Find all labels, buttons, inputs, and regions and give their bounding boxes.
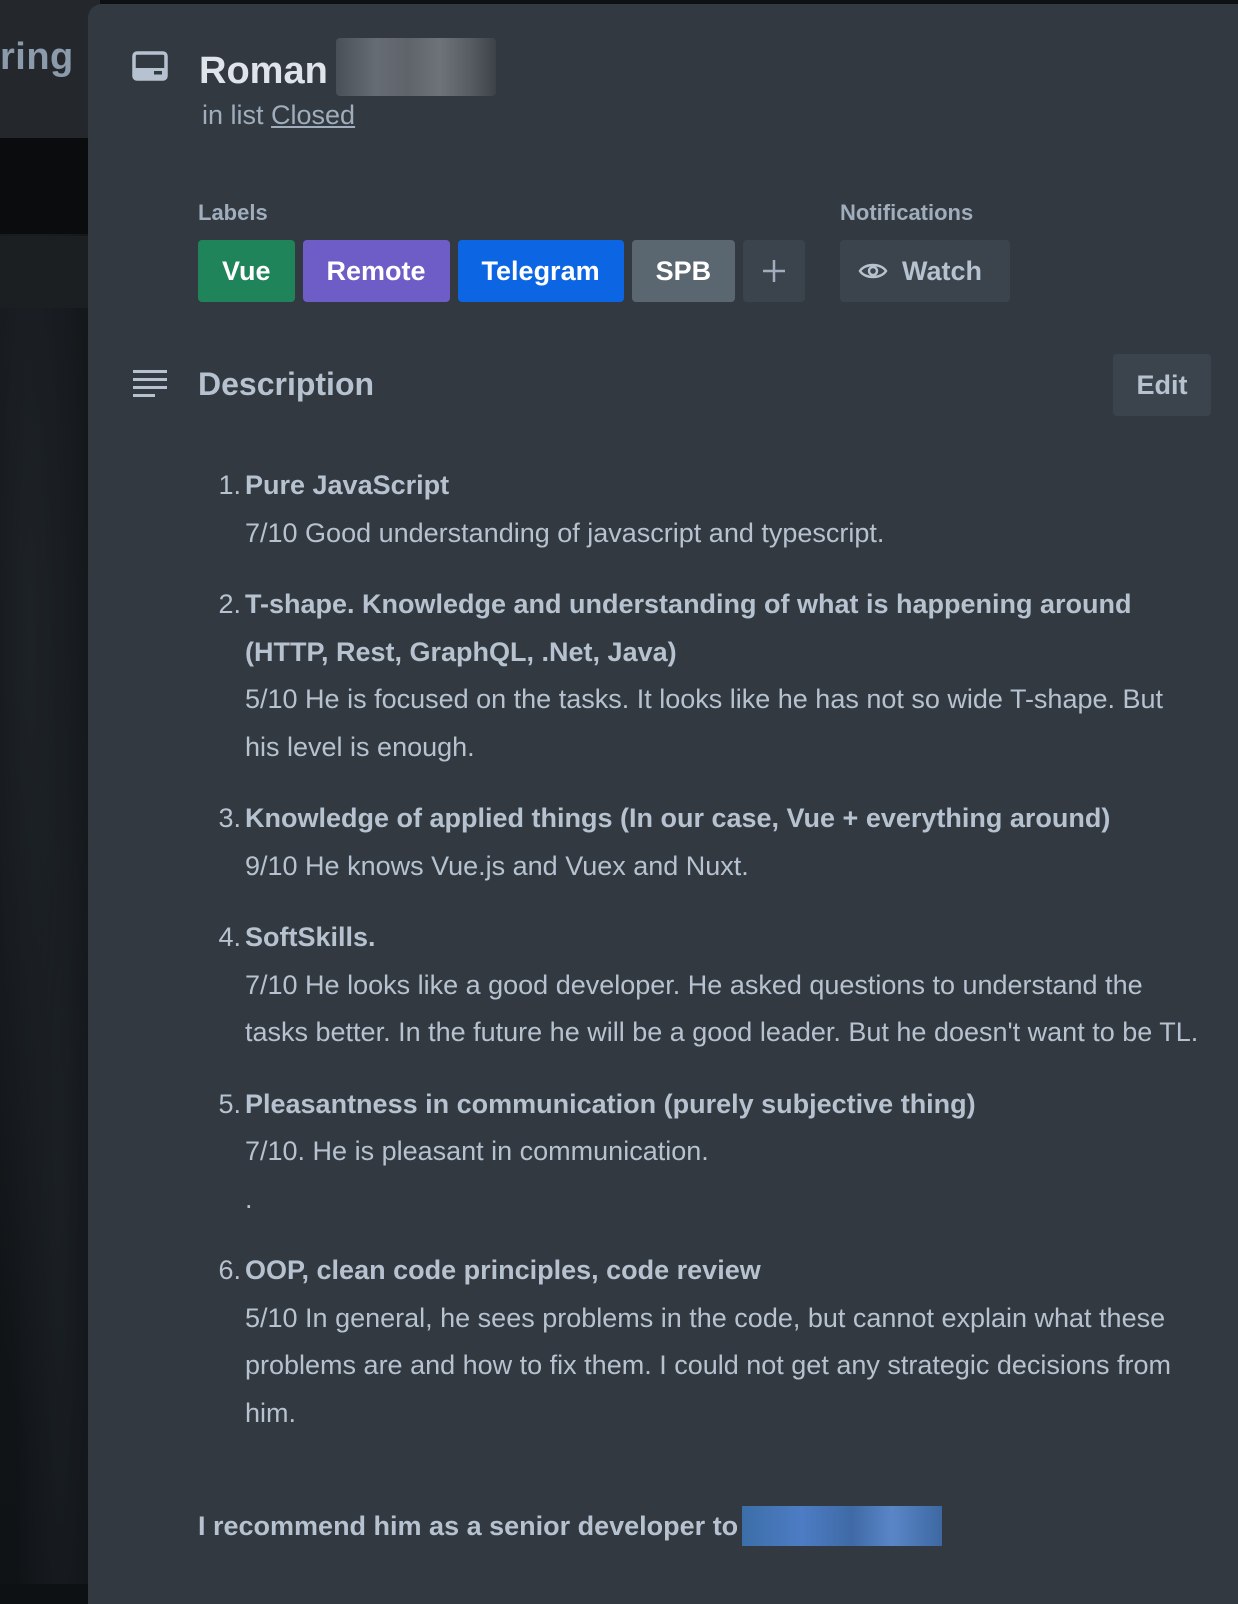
- redacted-company: [742, 1506, 943, 1546]
- item-body: 7/10 Good understanding of javascript an…: [245, 517, 885, 548]
- list-item: 6. OOP, clean code principles, code revi…: [218, 1247, 1203, 1437]
- list-item: 1. Pure JavaScript 7/10 Good understandi…: [218, 462, 1203, 557]
- item-heading: Pleasantness in communication (purely su…: [245, 1088, 976, 1119]
- list-item: 4. SoftSkills. 7/10 He looks like a good…: [218, 914, 1203, 1057]
- item-number: 3.: [218, 803, 241, 833]
- label-vue[interactable]: Vue: [198, 240, 295, 302]
- label-telegram[interactable]: Telegram: [457, 240, 624, 302]
- notifications-heading: Notifications: [840, 200, 974, 225]
- item-heading: OOP, clean code principles, code review: [245, 1255, 761, 1285]
- list-item: 3. Knowledge of applied things (In our c…: [218, 795, 1203, 890]
- card-list-info: in list Closed: [202, 100, 355, 131]
- board-title: ring: [0, 36, 74, 78]
- item-heading: T-shape. Knowledge and understanding of …: [245, 589, 1132, 667]
- add-label-button[interactable]: [743, 240, 806, 302]
- list-item: 5. Pleasantness in communication (purely…: [218, 1081, 1203, 1224]
- labels-row: Vue Remote Telegram SPB: [198, 240, 806, 302]
- item-heading: SoftSkills.: [245, 922, 376, 952]
- plus-icon: [763, 260, 786, 282]
- item-number: 2.: [218, 589, 241, 619]
- card-icon: [132, 51, 168, 81]
- watch-button[interactable]: Watch: [840, 240, 1010, 302]
- item-number: 1.: [218, 470, 241, 500]
- card-detail-modal: Roman in list Closed Labels Notification…: [88, 4, 1238, 1604]
- in-list-prefix: in list: [202, 100, 264, 130]
- recommendation-text: I recommend him as a senior developer to: [198, 1511, 739, 1542]
- label-spb[interactable]: SPB: [631, 240, 736, 302]
- recommendation-line: I recommend him as a senior developer to: [198, 1506, 943, 1548]
- list-item: 2. T-shape. Knowledge and understanding …: [218, 581, 1203, 771]
- description-icon: [133, 370, 167, 397]
- description-list: 1. Pure JavaScript 7/10 Good understandi…: [218, 462, 1203, 1461]
- item-number: 6.: [218, 1255, 241, 1285]
- item-extra: .: [245, 1183, 253, 1214]
- redacted-name: [335, 38, 496, 96]
- item-body: 7/10. He is pleasant in communication.: [245, 1136, 709, 1166]
- item-body: 7/10 He looks like a good developer. He …: [245, 969, 1199, 1048]
- eye-icon: [858, 263, 888, 279]
- edit-description-button[interactable]: Edit: [1113, 354, 1211, 416]
- item-heading: Knowledge of applied things (In our case…: [245, 803, 1111, 833]
- label-remote[interactable]: Remote: [302, 240, 450, 302]
- item-number: 5.: [218, 1088, 241, 1119]
- labels-heading: Labels: [198, 200, 268, 225]
- card-title-text: Roman: [199, 50, 328, 93]
- watch-label: Watch: [902, 255, 982, 286]
- item-body: 5/10 In general, he sees problems in the…: [245, 1302, 1171, 1428]
- item-body: 9/10 He knows Vue.js and Vuex and Nuxt.: [245, 850, 749, 881]
- description-heading: Description: [198, 366, 375, 402]
- board-list-strip: [0, 236, 100, 308]
- item-heading: Pure JavaScript: [245, 470, 450, 500]
- item-body: 5/10 He is focused on the tasks. It look…: [245, 684, 1164, 762]
- list-link[interactable]: Closed: [271, 100, 355, 130]
- board-list-strip: [0, 138, 100, 234]
- card-title[interactable]: Roman: [199, 38, 496, 102]
- item-number: 4.: [218, 922, 241, 952]
